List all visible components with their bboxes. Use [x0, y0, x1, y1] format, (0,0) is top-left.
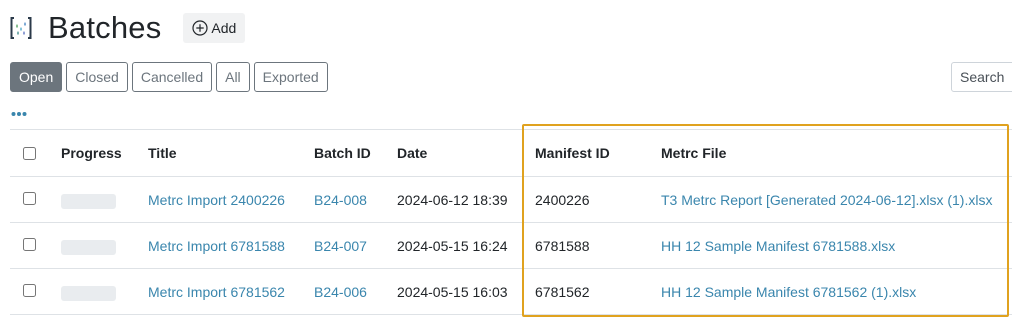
- filter-cancelled-button[interactable]: Cancelled: [131, 62, 213, 92]
- progress-cell: [61, 268, 148, 315]
- progress-cell: [61, 176, 148, 223]
- status-filter-group: Open Closed Cancelled All Exported: [10, 62, 332, 92]
- batch-date: 2024-06-12 18:39: [397, 176, 535, 223]
- add-button-label: Add: [211, 20, 237, 36]
- filter-label: Open: [19, 69, 54, 85]
- batch-title-link[interactable]: Metrc Import 6781588: [148, 238, 285, 254]
- metrc-file-link[interactable]: T3 Metrc Report [Generated 2024-06-12].x…: [661, 192, 992, 208]
- batch-id-link[interactable]: B24-008: [314, 192, 367, 208]
- table-row: Metrc Import 2400226 B24-008 2024-06-12 …: [10, 176, 1012, 223]
- page-header: Batches Add: [10, 10, 246, 46]
- filter-label: Closed: [75, 69, 119, 85]
- row-checkbox[interactable]: [23, 283, 36, 297]
- table-row: Metrc Import 6781562 B24-006 2024-05-15 …: [10, 268, 1012, 315]
- metrc-file-link[interactable]: HH 12 Sample Manifest 6781588.xlsx: [661, 238, 895, 254]
- page-title: Batches: [48, 10, 162, 45]
- metrc-file-link[interactable]: HH 12 Sample Manifest 6781562 (1).xlsx: [661, 284, 916, 300]
- manifest-id: 2400226: [535, 176, 661, 223]
- plus-circle-icon: [192, 20, 209, 36]
- filter-all-button[interactable]: All: [216, 62, 250, 92]
- select-all-cell: [10, 129, 61, 177]
- row-checkbox[interactable]: [23, 191, 36, 205]
- filter-label: Cancelled: [140, 69, 204, 85]
- column-header-progress[interactable]: Progress: [61, 129, 148, 177]
- search-input[interactable]: [951, 62, 1012, 92]
- progress-bar: [61, 194, 116, 209]
- table-header-row: Progress Title Batch ID Date Manifest ID…: [10, 129, 1012, 177]
- column-header-title[interactable]: Title: [148, 129, 314, 177]
- batch-date: 2024-05-15 16:03: [397, 268, 535, 315]
- filter-exported-button[interactable]: Exported: [253, 62, 328, 92]
- batch-title-link[interactable]: Metrc Import 2400226: [148, 192, 285, 208]
- batch-id-link[interactable]: B24-006: [314, 284, 367, 300]
- manifest-id: 6781562: [535, 268, 661, 315]
- manifest-id: 6781588: [535, 222, 661, 269]
- row-select-cell: [10, 222, 61, 269]
- column-header-manifest-id[interactable]: Manifest ID: [535, 129, 661, 177]
- progress-bar: [61, 286, 116, 301]
- batch-id-link[interactable]: B24-007: [314, 238, 367, 254]
- column-header-date[interactable]: Date: [397, 129, 535, 177]
- column-header-metrc-file[interactable]: Metrc File: [661, 129, 1012, 177]
- row-select-cell: [10, 176, 61, 223]
- select-all-checkbox[interactable]: [23, 147, 36, 160]
- add-button[interactable]: Add: [183, 13, 246, 43]
- progress-cell: [61, 222, 148, 269]
- progress-bar: [61, 240, 116, 255]
- row-select-cell: [10, 268, 61, 315]
- batch-date: 2024-05-15 16:24: [397, 222, 535, 269]
- filter-open-button[interactable]: Open: [10, 62, 63, 92]
- filter-closed-button[interactable]: Closed: [66, 62, 128, 92]
- filter-label: All: [225, 69, 241, 85]
- filter-label: Exported: [262, 69, 319, 85]
- table-row: Metrc Import 6781588 B24-007 2024-05-15 …: [10, 222, 1012, 269]
- batch-title-link[interactable]: Metrc Import 6781562: [148, 284, 285, 300]
- ellipsis-icon[interactable]: [11, 110, 27, 118]
- row-checkbox[interactable]: [23, 237, 36, 251]
- batches-logo-icon: [10, 17, 32, 39]
- batches-table: Progress Title Batch ID Date Manifest ID…: [10, 129, 1012, 315]
- column-header-batch-id[interactable]: Batch ID: [314, 129, 397, 177]
